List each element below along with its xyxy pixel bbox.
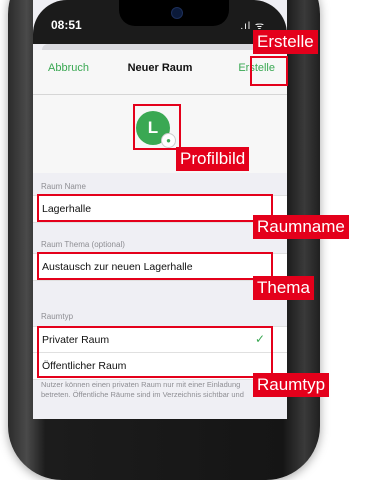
highlight-topic: [37, 252, 273, 280]
status-bar: 08:51 .ıl ᯤ: [33, 0, 287, 44]
highlight-room-type: [37, 326, 273, 378]
room-type-label: Raumtyp: [41, 312, 74, 321]
notch: [119, 0, 229, 26]
room-type-footnote: Nutzer können einen privaten Raum nur mi…: [41, 380, 244, 399]
annotation-profile-pic: Profilbild: [176, 147, 250, 171]
annotation-room-type: Raumtyp: [253, 373, 330, 397]
status-time: 08:51: [51, 18, 82, 32]
navbar: Abbruch Neuer Raum Erstelle: [33, 50, 287, 95]
highlight-room-name: [37, 194, 273, 222]
annotation-topic: Thema: [253, 276, 314, 300]
room-name-label: Raum Name: [41, 182, 86, 191]
highlight-create: [250, 56, 288, 86]
front-camera-icon: [171, 7, 183, 19]
annotation-create: Erstelle: [253, 30, 318, 54]
room-topic-label: Raum Thema (optional): [41, 240, 125, 249]
annotation-room-name: Raumname: [253, 215, 349, 239]
highlight-avatar: [133, 104, 181, 150]
